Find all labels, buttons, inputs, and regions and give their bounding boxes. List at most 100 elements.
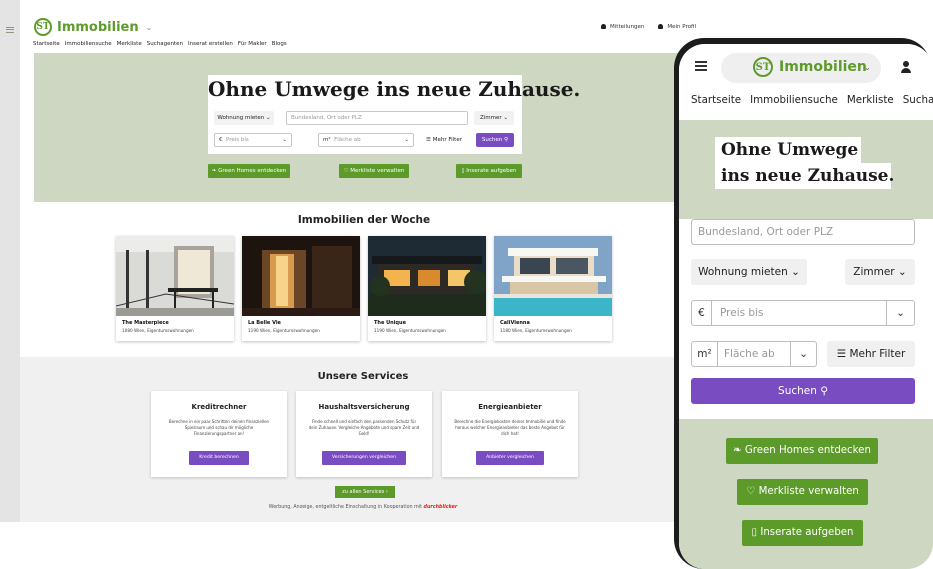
nav-item-startseite[interactable]: Startseite [33,41,60,47]
phone-screen: ST Immobilien ⌄ Startseite Immobiliensuc… [679,44,933,569]
mobile-hero: Ohne Umwege ins neue Zuhause. [679,120,933,219]
user-area: Mitteilungen Mein Profil [601,24,696,30]
ad-disclaimer: Werbung, Anzeige, entgeltliche Einschalt… [20,505,706,510]
mobile-logo[interactable]: ST Immobilien [753,57,867,77]
listing-subtitle: 1080 Wien, Eigentumswohnungen [122,328,194,333]
desktop-side-strip [0,0,20,522]
all-services-label: zu allen Services [342,489,385,495]
chevron-down-icon: ⌄ [886,301,914,325]
site-logo[interactable]: ST Immobilien ⌄ [34,18,152,36]
service-card-versicherung: Haushaltsversicherung Finde schnell und … [296,391,432,477]
nav-item-startseite[interactable]: Startseite [691,94,741,106]
search-button[interactable]: Suchen ⚲ [476,133,514,147]
nav-item-suchagenten[interactable]: Suchagenten [147,41,183,47]
merkliste-button[interactable]: ♡ Merkliste verwalten [737,479,868,505]
inserate-button[interactable]: ▯ Inserate aufgeben [456,164,522,178]
service-title: Haushaltsversicherung [318,403,410,411]
document-icon: ▯ [461,168,465,174]
nav-item-merkliste[interactable]: Merkliste [847,94,894,106]
heart-icon: ♡ [746,486,756,497]
area-input[interactable]: m² Fläche ab ⌄ [691,341,817,367]
hero-title-line-1: Ohne Umwege [715,137,861,163]
desktop-hero: Ohne Umwege ins neue Zuhause. Wohnung mi… [34,53,694,202]
area-input[interactable]: m² Fläche ab ⌄ [318,133,414,147]
listing-subtitle: 1190 Wien, Eigentumswohnungen [374,328,446,333]
ad-disclaimer-text: Werbung, Anzeige, entgeltliche Einschalt… [268,505,423,510]
currency-label: € [692,301,712,325]
listing-card[interactable]: The Masterpiece 1080 Wien, Eigentumswohn… [116,236,234,341]
chevron-down-icon[interactable]: ⌄ [864,63,871,72]
filter-icon: ☰ [836,348,847,360]
anbieter-button[interactable]: Anbieter vergleichen [476,451,544,465]
green-homes-button[interactable]: ❧ Green Homes entdecken [726,438,878,464]
desktop-browser: ST Immobilien ⌄ Startseite Immobiliensuc… [0,0,706,522]
listing-card[interactable]: La Belle Vie 1190 Wien, Eigentumswohnung… [242,236,360,341]
search-button[interactable]: Suchen ⚲ [691,378,915,404]
type-select[interactable]: Wohnung mieten ⌄ [691,259,807,285]
hero-title-line-2: ins neue Zuhause. [715,163,894,189]
notifications-label: Mitteilungen [610,24,645,30]
listing-title: The Unique [374,320,406,326]
week-section: Immobilien der Woche The Masterpiece 108… [34,202,694,357]
listing-card[interactable]: The Unique 1190 Wien, Eigentumswohnungen [368,236,486,341]
user-icon[interactable] [900,61,912,73]
type-select[interactable]: Wohnung mieten ⌄ [214,111,274,125]
partner-logo[interactable]: durchblicker [424,505,458,510]
nav-item-immobiliensuche[interactable]: Immobiliensuche [65,41,112,47]
heart-icon: ♡ [343,168,349,174]
profile-label: Mein Profil [667,24,696,30]
more-filters-label: Mehr Filter [849,348,906,360]
nav-item-merkliste[interactable]: Merkliste [117,41,142,47]
location-input[interactable]: Bundesland, Ort oder PLZ [286,111,468,125]
nav-item-fuer-makler[interactable]: Für Makler [238,41,267,47]
service-text: Berechne in ein paar Schritten deinen fi… [168,419,270,436]
merkliste-button[interactable]: ♡ Merkliste verwalten [339,164,409,178]
more-filters-button[interactable]: ☰ Mehr Filter [827,341,915,367]
location-input[interactable]: Bundesland, Ort oder PLZ [691,219,915,245]
area-placeholder: Fläche ab [724,348,775,360]
chevron-down-icon[interactable]: ⌄ [146,23,153,32]
profile-link[interactable]: Mein Profil [658,24,696,30]
nav-item-immobiliensuche[interactable]: Immobiliensuche [750,94,838,106]
green-homes-button[interactable]: ❧ Green Homes entdecken [208,164,290,178]
hamburger-menu-icon[interactable] [695,61,707,71]
filter-icon: ☰ [426,137,431,143]
mobile-header: ST Immobilien ⌄ Startseite Immobiliensuc… [679,44,933,120]
mobile-nav: Startseite Immobiliensuche Merkliste Suc… [691,94,933,106]
desktop-nav: Startseite Immobiliensuche Merkliste Suc… [33,41,287,47]
price-input[interactable]: € Preis bis ⌄ [691,300,915,326]
rooms-select-label: Zimmer [479,115,502,121]
listing-card[interactable]: CaliVienna 1180 Wien, Eigentumswohnungen [494,236,612,341]
notifications-link[interactable]: Mitteilungen [601,24,644,30]
area-unit: m² [692,342,718,366]
area-placeholder: Fläche ab [334,137,361,143]
user-icon [658,24,664,29]
all-services-button[interactable]: zu allen Services › [335,486,395,498]
chevron-down-icon: ⌄ [404,137,409,143]
rooms-select[interactable]: Zimmer ⌄ [474,111,514,125]
mobile-actions: ❧ Green Homes entdecken ♡ Merkliste verw… [679,419,933,569]
type-select-label: Wohnung mieten [217,115,265,121]
listing-subtitle: 1180 Wien, Eigentumswohnungen [500,328,572,333]
listing-photo [242,236,360,316]
search-icon: ⚲ [504,137,509,143]
nav-item-suchagenten[interactable]: Suchage [903,94,933,106]
price-placeholder: Preis bis [720,307,764,319]
price-input[interactable]: € Preis bis ⌄ [214,133,292,147]
nav-item-blogs[interactable]: Blogs [272,41,287,47]
bell-icon [601,24,607,29]
currency-label: € [219,137,223,143]
menu-icon[interactable] [6,27,14,33]
nav-item-inserat-erstellen[interactable]: Inserat erstellen [188,41,233,47]
more-filters-button[interactable]: ☰ Mehr Filter [420,133,468,147]
area-unit: m² [323,137,331,143]
rooms-select[interactable]: Zimmer ⌄ [845,259,915,285]
versicherung-button[interactable]: Versicherungen vergleichen [322,451,406,465]
chevron-down-icon: ⌄ [790,342,816,366]
week-heading: Immobilien der Woche [297,214,431,226]
inserate-button[interactable]: ▯ Inserate aufgeben [742,520,863,546]
kredit-button[interactable]: Kredit berechnen [189,451,249,465]
search-button-label: Suchen [481,137,503,143]
mobile-search-form: Bundesland, Ort oder PLZ Wohnung mieten … [679,219,933,419]
chevron-right-icon: › [385,489,388,495]
